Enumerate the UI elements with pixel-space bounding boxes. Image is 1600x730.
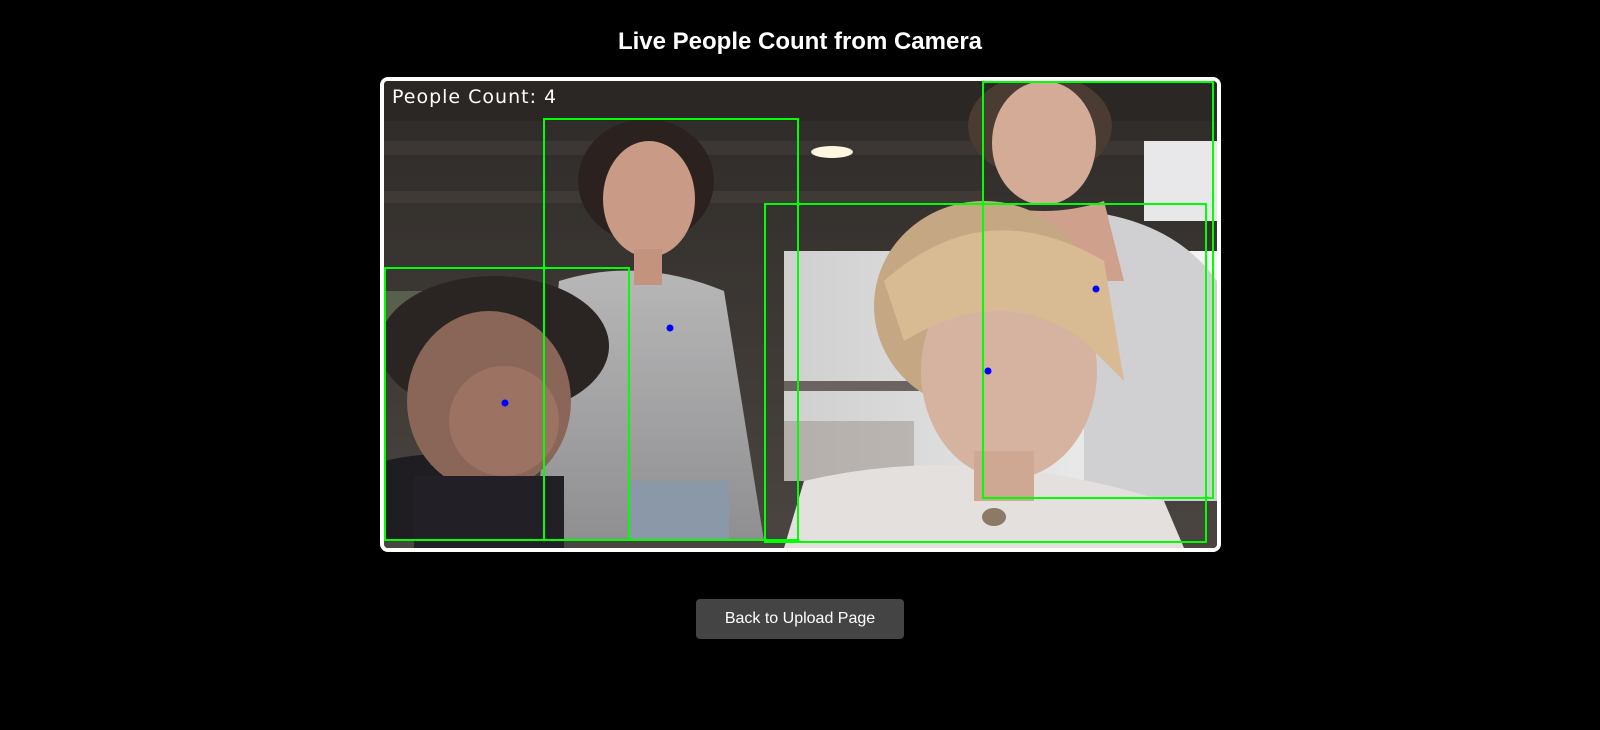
people-count-overlay: People Count: 4 (392, 86, 558, 108)
detection-center-dot-3 (984, 367, 992, 375)
detection-center-dot-1 (501, 399, 509, 407)
detection-center-dot-2 (666, 324, 674, 332)
detection-overlay (384, 81, 1214, 543)
detection-center-dot-4 (1092, 285, 1100, 293)
page-title: Live People Count from Camera (617, 28, 983, 55)
back-to-upload-button[interactable]: Back to Upload Page (696, 599, 904, 639)
camera-feed: People Count: 4 (380, 77, 1221, 552)
